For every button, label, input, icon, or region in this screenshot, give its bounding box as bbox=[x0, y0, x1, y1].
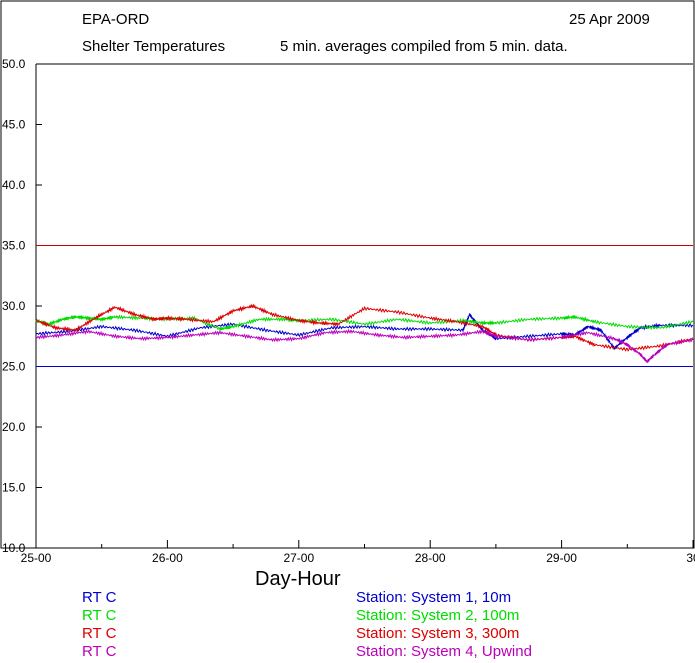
date-label: 25 Apr 2009 bbox=[569, 11, 650, 28]
y-tick-label: 35.0 bbox=[2, 239, 26, 253]
x-tick-label: 28-00 bbox=[415, 551, 446, 565]
chart-subtitle: 5 min. averages compiled from 5 min. dat… bbox=[280, 38, 568, 55]
x-tick-label: 30 bbox=[686, 551, 695, 565]
y-tick-label: 50.0 bbox=[2, 57, 26, 71]
legend-series-2: Station: System 2, 100m bbox=[356, 607, 520, 624]
legend-series-3: Station: System 3, 300m bbox=[356, 625, 520, 642]
series-line-4 bbox=[35, 328, 694, 364]
y-tick-label: 45.0 bbox=[2, 118, 26, 132]
y-tick-label: 20.0 bbox=[2, 420, 26, 434]
x-tick-label: 29-00 bbox=[546, 551, 577, 565]
y-tick-label: 40.0 bbox=[2, 178, 26, 192]
x-tick-label: 25-00 bbox=[21, 551, 52, 565]
legend-units-3: RT C bbox=[82, 625, 117, 642]
x-tick-label: 26-00 bbox=[152, 551, 183, 565]
chart-title: Shelter Temperatures bbox=[82, 38, 226, 55]
legend-series-4: Station: System 4, Upwind bbox=[356, 643, 532, 660]
plot-frame bbox=[0, 0, 695, 549]
legend-units-2: RT C bbox=[82, 607, 117, 624]
chart-area: 10.015.020.025.030.035.040.045.050.025-0… bbox=[0, 0, 695, 565]
y-tick-label: 15.0 bbox=[2, 481, 26, 495]
legend-series-1: Station: System 1, 10m bbox=[356, 589, 512, 606]
legend-units-4: RT C bbox=[82, 643, 117, 660]
x-axis-title: Day-Hour bbox=[255, 568, 341, 590]
y-tick-label: 25.0 bbox=[2, 360, 26, 374]
legend-units-1: RT C bbox=[82, 589, 117, 606]
y-tick-label: 30.0 bbox=[2, 299, 26, 313]
x-tick-label: 27-00 bbox=[283, 551, 314, 565]
org-label: EPA-ORD bbox=[82, 11, 150, 28]
